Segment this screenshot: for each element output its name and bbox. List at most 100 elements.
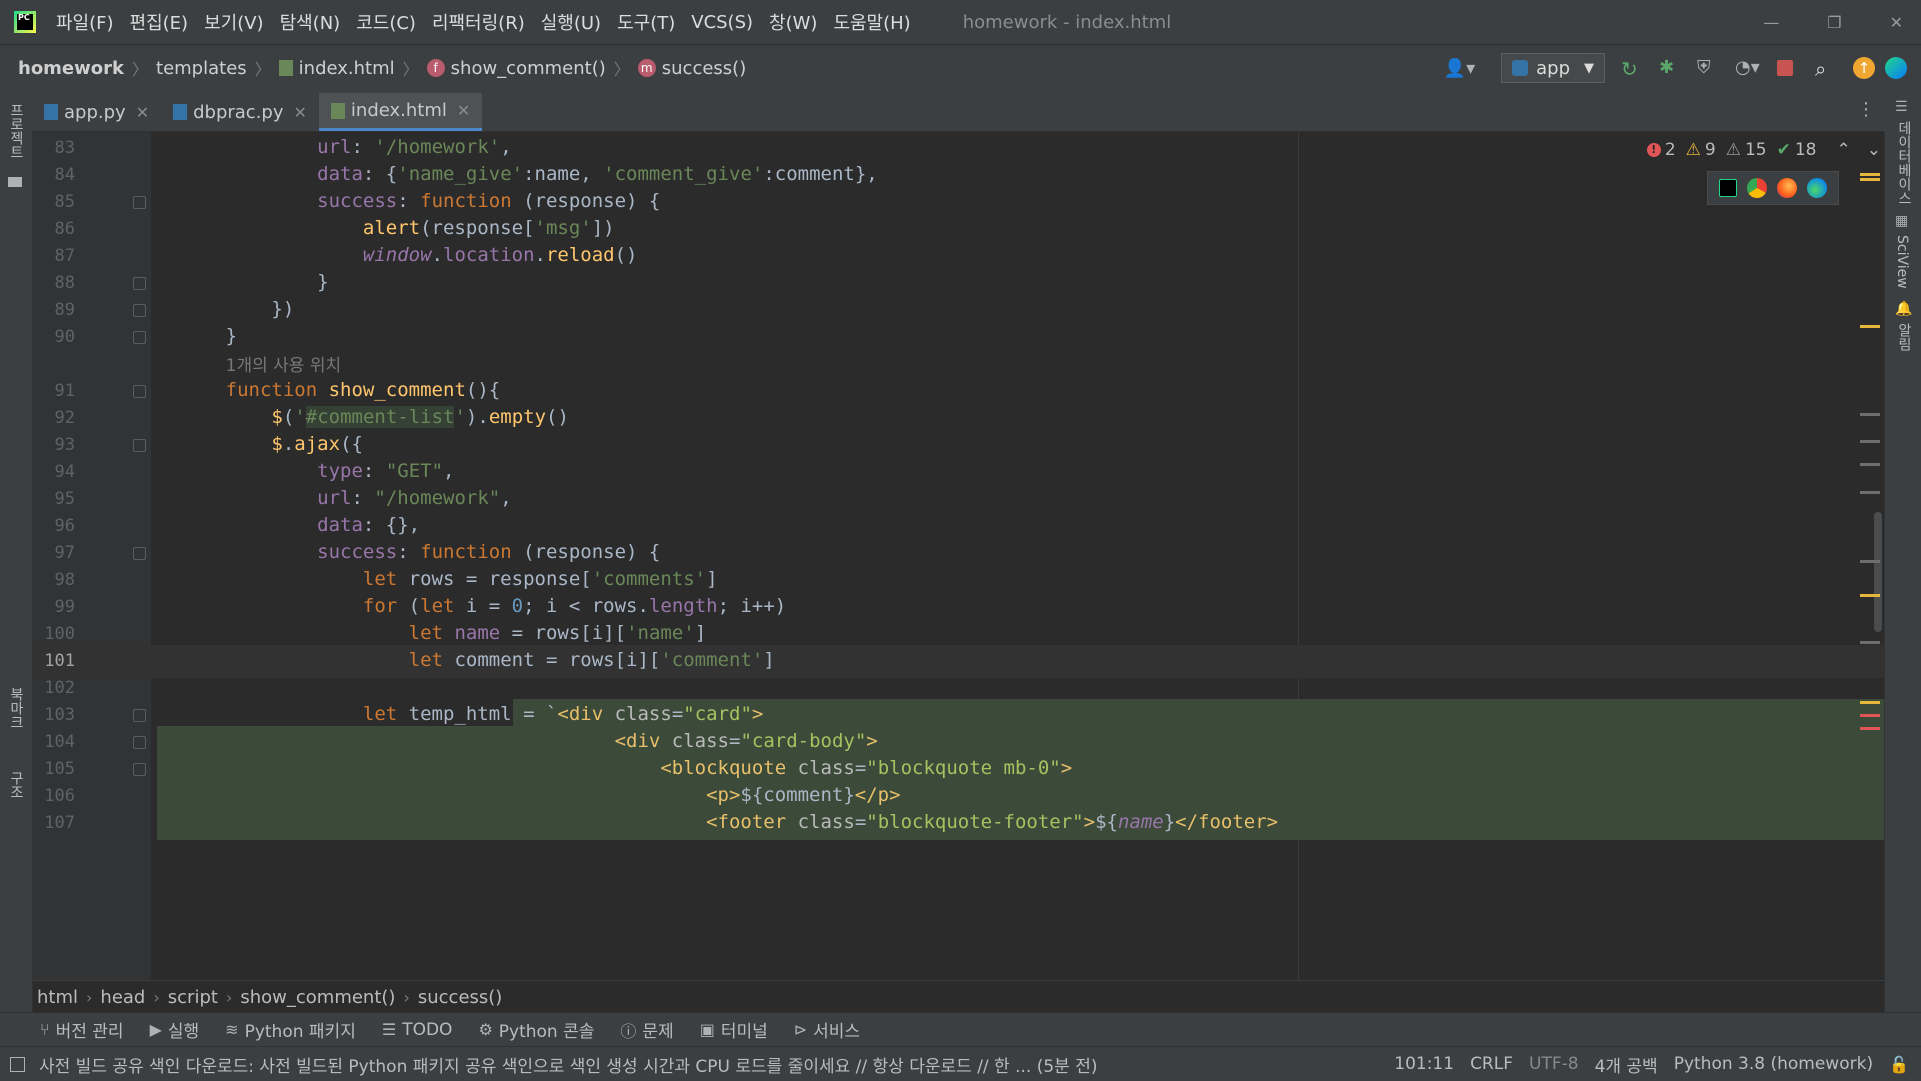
python-interpreter[interactable]: Python 3.8 (homework)	[1674, 1054, 1873, 1074]
tool-label: 터미널	[720, 1022, 768, 1042]
editor-scrollbar[interactable]	[1874, 512, 1882, 632]
inspection-widget[interactable]: ! 2 ⚠ 9 ⚠ 15 ✔ 18 ⌃ ⌄	[1646, 140, 1881, 160]
fold-icon[interactable]	[133, 763, 146, 776]
run-config-dropdown[interactable]: app ▼	[1501, 53, 1605, 83]
menu-run[interactable]: 실행(U)	[541, 9, 601, 35]
previous-highlight-icon[interactable]: ⌃	[1837, 140, 1851, 160]
warning-marker[interactable]	[1860, 178, 1880, 181]
breadcrumb-method[interactable]: success()	[662, 58, 746, 79]
menu-code[interactable]: 코드(C)	[356, 9, 416, 35]
fold-icon[interactable]	[133, 385, 146, 398]
caret-position[interactable]: 101:11	[1394, 1054, 1454, 1074]
menu-help[interactable]: 도움말(H)	[833, 9, 910, 35]
tab-index-html[interactable]: index.html ✕	[318, 93, 483, 131]
crumb-head[interactable]: head	[100, 987, 145, 1008]
restore-icon[interactable]: ❐	[1827, 13, 1841, 32]
info-marker[interactable]	[1860, 413, 1880, 416]
pycharm-browser-icon[interactable]	[1719, 179, 1737, 197]
update-icon[interactable]: ↑	[1853, 57, 1875, 79]
toggle-tool-windows-icon[interactable]	[10, 1056, 25, 1072]
sciview-tool-button[interactable]: SciView	[1894, 235, 1910, 289]
warning-marker[interactable]	[1860, 594, 1880, 597]
database-tool-button[interactable]: 데이터베이스	[1894, 121, 1914, 205]
tool-python-packages[interactable]: ≋ Python 패키지	[225, 1017, 356, 1042]
tool-python-console[interactable]: ⚙ Python 콘솔	[478, 1017, 594, 1042]
stop-icon[interactable]	[1777, 60, 1793, 76]
info-marker[interactable]	[1860, 463, 1880, 466]
structure-tool-button[interactable]: 구조	[6, 771, 26, 799]
fold-icon[interactable]	[133, 196, 146, 209]
tool-run[interactable]: ▶ 실행	[150, 1017, 200, 1042]
search-icon[interactable]: ⌕	[1815, 57, 1837, 81]
menu-vcs[interactable]: VCS(S)	[691, 12, 753, 33]
notifications-tool-button[interactable]: 알림	[1894, 323, 1914, 351]
crumb-success[interactable]: success()	[418, 987, 502, 1008]
info-marker[interactable]	[1860, 440, 1880, 443]
breadcrumb-file[interactable]: index.html	[299, 58, 395, 79]
code-editor[interactable]: 83 url: '/homework', 84 data: {'name_giv…	[33, 132, 1884, 980]
tool-problems[interactable]: ⓘ 문제	[620, 1017, 673, 1043]
next-highlight-icon[interactable]: ⌄	[1867, 140, 1881, 160]
fold-icon[interactable]	[133, 439, 146, 452]
user-icon[interactable]: 👤▾	[1444, 58, 1475, 79]
tool-version-control[interactable]: ⑂ 버전 관리	[40, 1017, 124, 1042]
fold-icon[interactable]	[133, 304, 146, 317]
usage-hint[interactable]: 1개의 사용 위치	[226, 356, 341, 376]
firefox-icon[interactable]	[1777, 178, 1797, 198]
chrome-icon[interactable]	[1747, 178, 1767, 198]
crumb-html[interactable]: html	[37, 987, 78, 1008]
edge-icon[interactable]	[1807, 178, 1827, 198]
lock-icon[interactable]: 🔓	[1889, 1055, 1909, 1074]
status-message[interactable]: 사전 빌드 공유 색인 다운로드: 사전 빌드된 Python 패키지 공유 색…	[39, 1052, 1359, 1077]
project-tool-button[interactable]: 프로젝트	[6, 103, 26, 159]
warning-marker[interactable]	[1860, 701, 1880, 704]
pycharm-logo[interactable]: PC	[14, 11, 36, 33]
fold-icon[interactable]	[133, 277, 146, 290]
breadcrumb-function[interactable]: show_comment()	[451, 58, 606, 79]
error-marker[interactable]	[1860, 727, 1880, 730]
tool-todo[interactable]: ☰ TODO	[382, 1020, 453, 1040]
close-tab-icon[interactable]: ✕	[294, 103, 307, 122]
error-marker[interactable]	[1860, 714, 1880, 717]
info-marker[interactable]	[1860, 560, 1880, 563]
breadcrumb-folder[interactable]: templates	[156, 58, 247, 79]
fold-icon[interactable]	[133, 547, 146, 560]
code-with-me-icon[interactable]	[1885, 57, 1907, 79]
bookmarks-tool-button[interactable]: 북마크	[6, 687, 26, 729]
tab-app-py[interactable]: app.py ✕	[32, 93, 161, 131]
tool-services[interactable]: ⊳ 서비스	[794, 1017, 860, 1042]
breadcrumb-project[interactable]: homework	[18, 58, 124, 79]
fold-icon[interactable]	[133, 331, 146, 344]
tool-terminal[interactable]: ▣ 터미널	[700, 1017, 768, 1042]
close-tab-icon[interactable]: ✕	[136, 103, 149, 122]
fold-icon[interactable]	[133, 736, 146, 749]
debug-icon[interactable]: ✱	[1659, 57, 1681, 79]
menu-edit[interactable]: 편집(E)	[130, 9, 189, 35]
menu-window[interactable]: 창(W)	[769, 9, 817, 35]
menu-view[interactable]: 보기(V)	[204, 9, 263, 35]
info-marker[interactable]	[1860, 491, 1880, 494]
menu-navigate[interactable]: 탐색(N)	[280, 9, 341, 35]
more-tabs-icon[interactable]: ⋮	[1857, 99, 1875, 120]
warning-marker[interactable]	[1860, 173, 1880, 176]
warning-marker[interactable]	[1860, 325, 1880, 328]
close-tab-icon[interactable]: ✕	[457, 101, 470, 120]
fold-icon[interactable]	[133, 709, 146, 722]
problems-icon: ⓘ	[620, 1021, 637, 1041]
indent-setting[interactable]: 4개 공백	[1595, 1052, 1658, 1077]
crumb-script[interactable]: script	[168, 987, 218, 1008]
info-marker[interactable]	[1860, 641, 1880, 644]
rerun-icon[interactable]: ↻	[1621, 57, 1643, 81]
python-file-icon	[44, 104, 58, 120]
close-icon[interactable]: ✕	[1890, 13, 1903, 32]
menu-file[interactable]: 파일(F)	[56, 9, 114, 35]
profile-icon[interactable]: ◔▾	[1735, 57, 1760, 79]
line-separator[interactable]: CRLF	[1470, 1054, 1513, 1074]
tab-dbprac-py[interactable]: dbprac.py ✕	[161, 93, 319, 131]
menu-tools[interactable]: 도구(T)	[617, 9, 675, 35]
menu-refactor[interactable]: 리팩터링(R)	[432, 9, 525, 35]
coverage-icon[interactable]: ⛨	[1697, 57, 1719, 79]
crumb-show-comment[interactable]: show_comment()	[240, 987, 395, 1008]
file-encoding[interactable]: UTF-8	[1529, 1054, 1579, 1074]
minimize-icon[interactable]: —	[1763, 13, 1779, 32]
